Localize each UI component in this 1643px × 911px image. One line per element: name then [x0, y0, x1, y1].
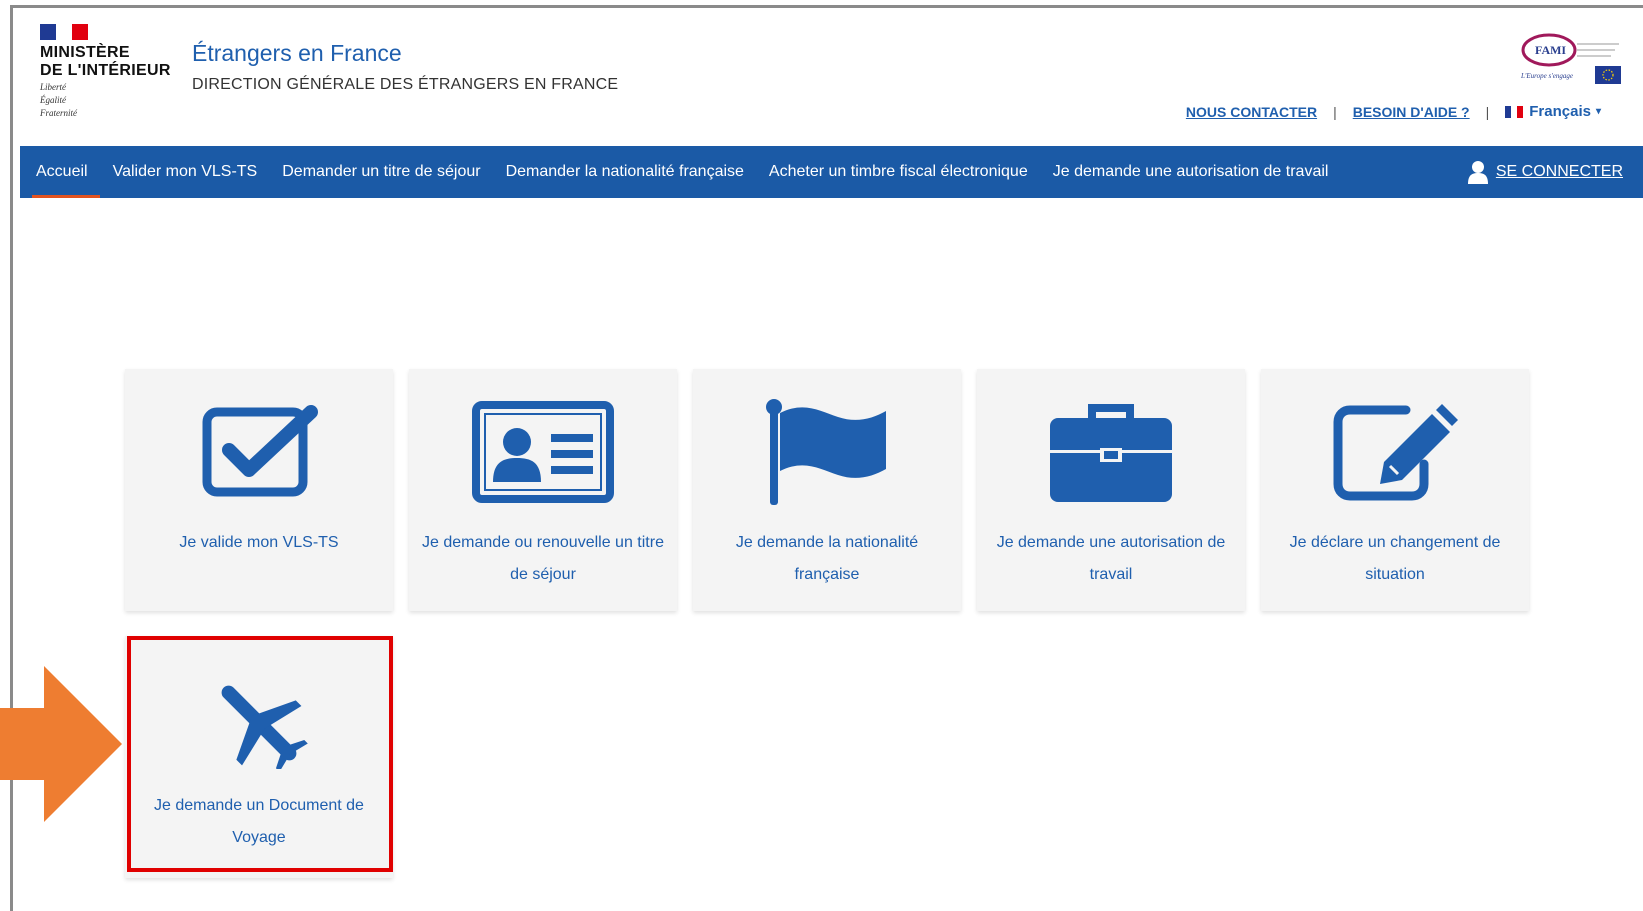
- card-label: Je demande une autorisation de travail: [996, 534, 1226, 583]
- top-links: NOUS CONTACTER | BESOIN D'AIDE ? | Franç…: [1186, 103, 1601, 120]
- ministry-logo[interactable]: MINISTÈRE DE L'INTÉRIEUR Liberté Égalité…: [40, 24, 180, 119]
- fami-eu-logo: FAMI L'Europe s'engage: [1520, 33, 1621, 84]
- separator: |: [1333, 103, 1337, 120]
- fami-logo-text: FAMI: [1535, 43, 1566, 57]
- motto-liberte: Liberté: [40, 82, 66, 92]
- fami-tagline: L'Europe s'engage: [1520, 72, 1573, 80]
- orange-arrow-icon: [0, 666, 122, 822]
- card-nationalite[interactable]: Je demande la nationalité française: [693, 369, 961, 611]
- id-card-icon: [472, 401, 614, 503]
- screenshot-frame-top: [10, 5, 1643, 8]
- nav-item-autorisation-travail[interactable]: Je demande une autorisation de travail: [1053, 146, 1329, 198]
- ministry-name-line1: MINISTÈRE: [40, 44, 130, 61]
- card-label: Je demande la nationalité française: [735, 534, 919, 583]
- card-titre-sejour[interactable]: Je demande ou renouvelle un titre de séj…: [409, 369, 677, 611]
- separator: |: [1485, 103, 1490, 120]
- flag-icon: [766, 399, 886, 505]
- card-label: Je demande ou renouvelle un titre de séj…: [422, 534, 664, 583]
- ministry-name-line2: DE L'INTÉRIEUR: [40, 62, 171, 79]
- checkbox-icon: [202, 405, 318, 497]
- login-link[interactable]: SE CONNECTER: [1467, 146, 1623, 198]
- nav-item-titre-sejour[interactable]: Demander un titre de séjour: [282, 146, 480, 198]
- motto-egalite: Égalité: [40, 95, 66, 105]
- card-label: Je déclare un changement de situation: [1289, 534, 1501, 583]
- language-label: Français: [1529, 103, 1591, 120]
- edit-icon: [1333, 404, 1458, 501]
- card-valider-vls-ts[interactable]: Je valide mon VLS-TS: [125, 369, 393, 611]
- nav-item-nationalite[interactable]: Demander la nationalité française: [506, 146, 744, 198]
- card-changement-situation[interactable]: Je déclare un changement de situation: [1261, 369, 1529, 611]
- language-selector[interactable]: Français ▾: [1505, 103, 1601, 120]
- nav-item-valider-vls-ts[interactable]: Valider mon VLS-TS: [113, 146, 258, 198]
- user-icon: [1467, 161, 1488, 184]
- marianne-flag-icon: [40, 24, 88, 40]
- card-autorisation-travail[interactable]: Je demande une autorisation de travail: [977, 369, 1245, 611]
- card-label: Je valide mon VLS-TS: [179, 534, 339, 551]
- motto-fraternite: Fraternité: [40, 108, 77, 118]
- french-flag-icon: [1505, 105, 1524, 118]
- nav-item-timbre-fiscal[interactable]: Acheter un timbre fiscal électronique: [769, 146, 1028, 198]
- highlight-box: [127, 636, 393, 872]
- contact-link[interactable]: NOUS CONTACTER: [1186, 104, 1317, 120]
- briefcase-icon: [1050, 404, 1172, 502]
- caret-down-icon: ▾: [1595, 106, 1601, 117]
- help-link[interactable]: BESOIN D'AIDE ?: [1353, 104, 1470, 120]
- site-subtitle: DIRECTION GÉNÉRALE DES ÉTRANGERS EN FRAN…: [192, 76, 619, 93]
- main-navbar: Accueil Valider mon VLS-TS Demander un t…: [20, 146, 1643, 198]
- site-title[interactable]: Étrangers en France: [192, 40, 402, 67]
- nav-item-accueil[interactable]: Accueil: [32, 146, 100, 198]
- login-label: SE CONNECTER: [1495, 163, 1623, 180]
